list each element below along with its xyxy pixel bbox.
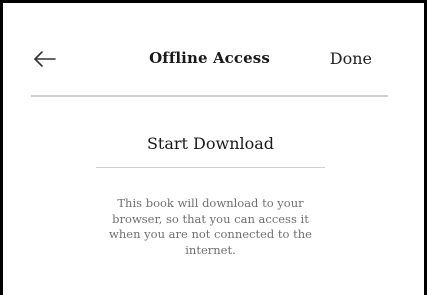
start-download-button[interactable]: Start Download [96, 131, 325, 168]
panel-header: Offline Access Done [31, 37, 388, 97]
download-description: This book will download to your browser,… [109, 196, 312, 257]
offline-access-panel: Offline Access Done Start Download This … [0, 0, 427, 295]
done-button[interactable]: Done [330, 49, 372, 68]
